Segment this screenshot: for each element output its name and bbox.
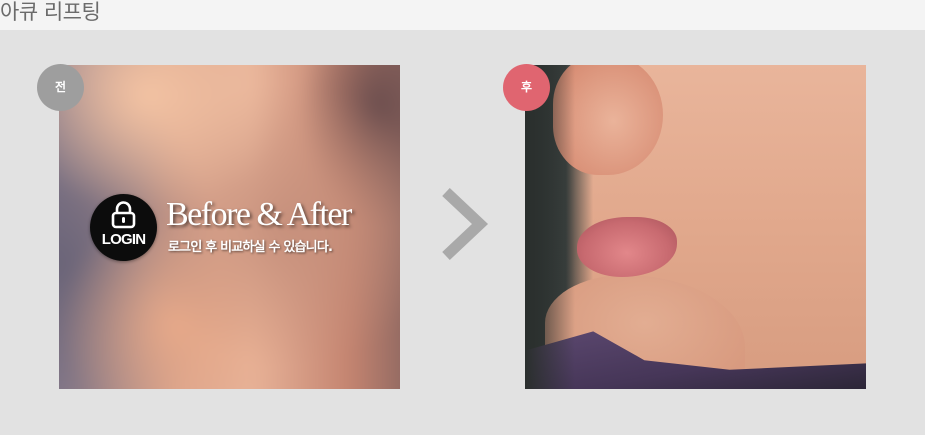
lock-icon [111, 201, 136, 229]
login-button[interactable]: LOGIN [90, 194, 157, 261]
after-image [525, 65, 866, 389]
before-photo: LOGIN Before & After 로그인 후 비교하실 수 있습니다. [59, 65, 400, 389]
after-photo [525, 65, 866, 389]
before-badge: 전 [37, 64, 84, 111]
header-bar: 아큐 리프팅 [0, 0, 925, 30]
chevron-right-icon [442, 188, 489, 260]
login-overlay[interactable]: LOGIN Before & After 로그인 후 비교하실 수 있습니다. [90, 194, 390, 264]
face-lips [577, 217, 677, 277]
login-notice: 로그인 후 비교하실 수 있습니다. [168, 240, 333, 255]
background-shadow [525, 65, 575, 389]
login-label: LOGIN [101, 231, 146, 248]
after-badge: 후 [503, 64, 550, 111]
before-after-title: Before & After [166, 196, 352, 233]
page-title: 아큐 리프팅 [0, 0, 101, 24]
